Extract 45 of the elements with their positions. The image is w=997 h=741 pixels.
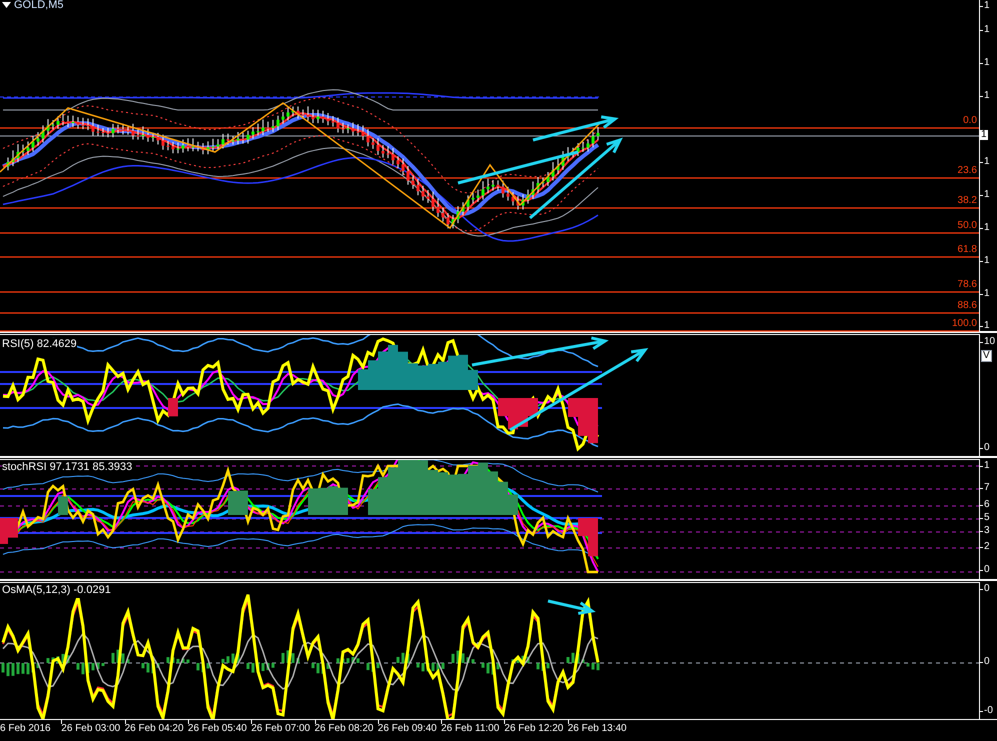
time-label: 26 Feb 08:20 [314, 724, 374, 734]
axis-label: 0 [984, 584, 990, 594]
fib-level-label: 23.6 [958, 166, 977, 176]
fib-level-label: 78.6 [958, 280, 977, 290]
axis-label: 3 [984, 526, 990, 536]
axis-label: 1 [984, 223, 990, 233]
time-label: 26 Feb 05:40 [188, 724, 247, 734]
time-label: 6 Feb 2016 [0, 724, 51, 734]
axis-label: 1 [984, 256, 990, 266]
fib-level-label: 0.0 [963, 116, 977, 126]
axis-label: 0 [984, 565, 990, 575]
current-value-tag: V [981, 350, 992, 362]
time-label: 26 Feb 13:40 [568, 724, 627, 734]
axis-label: 2 [984, 542, 990, 552]
axis-label: 0 [984, 657, 990, 667]
indicator-title: OsMA(5,12,3) -0.0291 [2, 584, 111, 598]
time-label: 26 Feb 03:00 [61, 724, 120, 734]
axis-label: 6 [984, 500, 990, 510]
axis-label: 1 [984, 461, 990, 471]
axis-label: -0 [984, 706, 993, 716]
axis-label: 5 [984, 513, 990, 523]
fib-level-label: 50.0 [958, 221, 977, 231]
axis-label: 10 [984, 337, 996, 347]
chart-symbol-title: GOLD,M5 [14, 0, 64, 13]
fib-level-label: 38.2 [958, 196, 977, 206]
time-label: 26 Feb 04:20 [124, 724, 184, 734]
indicator-title: RSI(5) 82.4629 [2, 338, 77, 352]
fib-level-label: 61.8 [958, 245, 977, 255]
axis-label: 1 [984, 157, 990, 167]
axis-label: 1 [984, 321, 990, 331]
fib-level-label: 100.0 [952, 319, 977, 329]
axis-label: 1 [984, 190, 990, 200]
axis-label: 1 [984, 289, 990, 299]
axis-label: 0 [984, 443, 990, 453]
axis-label: 1 [984, 25, 990, 35]
axis-label: 1 [984, 58, 990, 68]
time-label: 26 Feb 07:00 [251, 724, 310, 734]
fib-level-label: 88.6 [958, 301, 977, 311]
time-label: 26 Feb 11:00 [441, 724, 500, 734]
current-price-tag: 1 [980, 130, 988, 140]
time-label: 26 Feb 09:40 [378, 724, 437, 734]
axis-label: 7 [984, 483, 990, 493]
time-label: 26 Feb 12:20 [504, 724, 564, 734]
axis-label: 1 [984, 91, 990, 101]
axis-label: 1 [984, 1, 990, 11]
